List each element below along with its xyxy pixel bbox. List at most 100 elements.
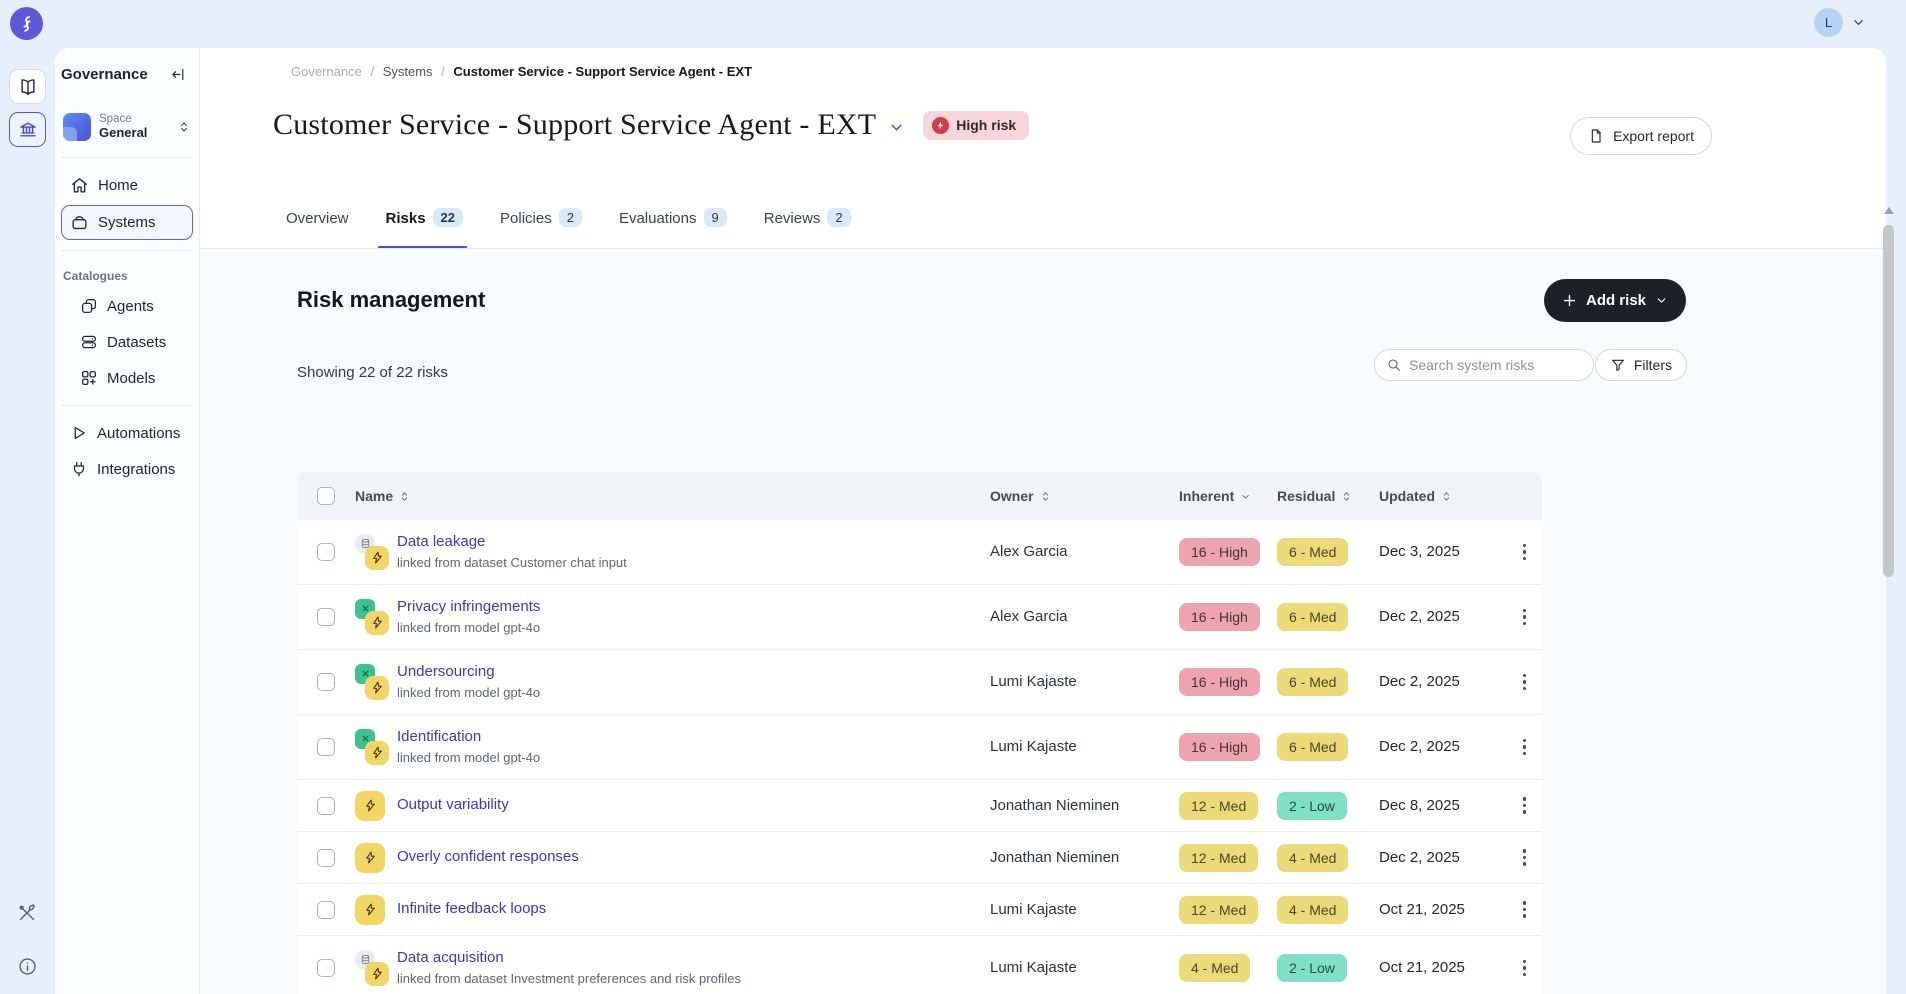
page-title: Customer Service - Support Service Agent… (273, 108, 876, 142)
row-checkbox[interactable] (317, 543, 335, 561)
risk-name-link[interactable]: Undersourcing (397, 662, 540, 682)
add-risk-button[interactable]: Add risk (1544, 279, 1686, 322)
row-actions-menu-button[interactable] (1519, 540, 1531, 565)
row-actions-menu-button[interactable] (1519, 845, 1531, 870)
risk-name-link[interactable]: Identification (397, 727, 540, 747)
residual-risk-badge: 6 - Med (1277, 668, 1348, 696)
risk-linked-source: linked from dataset Investment preferenc… (397, 970, 741, 988)
row-actions-menu-button[interactable] (1519, 605, 1531, 630)
search-input[interactable] (1374, 349, 1594, 381)
scroll-up-button[interactable] (1884, 207, 1894, 214)
library-rail-button[interactable] (9, 69, 46, 104)
owner-name: Jonathan Nieminen (990, 849, 1119, 866)
sidebar-item-label: Home (98, 177, 138, 194)
risk-type-icon (355, 892, 389, 928)
row-actions-menu-button[interactable] (1519, 897, 1531, 922)
admin-tools-button[interactable] (14, 900, 40, 926)
inherent-risk-badge: 12 - Med (1179, 792, 1258, 820)
risk-name-link[interactable]: Infinite feedback loops (397, 899, 546, 919)
risk-name-link[interactable]: Privacy infringements (397, 597, 540, 617)
owner-name: Lumi Kajaste (990, 738, 1077, 755)
owner-name: Alex Garcia (990, 543, 1068, 560)
risk-name-link[interactable]: Data leakage (397, 532, 627, 552)
inherent-risk-badge: 12 - Med (1179, 844, 1258, 872)
row-checkbox[interactable] (317, 797, 335, 815)
title-dropdown-button[interactable] (888, 115, 905, 136)
tab-reviews[interactable]: Reviews 2 (764, 202, 851, 249)
user-avatar[interactable]: L (1814, 8, 1843, 37)
column-header-name[interactable]: Name (355, 488, 990, 504)
updated-date: Dec 2, 2025 (1379, 608, 1460, 625)
sort-icon (398, 490, 411, 503)
residual-risk-badge: 2 - Low (1277, 954, 1347, 982)
tab-policies[interactable]: Policies 2 (500, 202, 582, 249)
updated-date: Dec 2, 2025 (1379, 849, 1460, 866)
row-checkbox[interactable] (317, 673, 335, 691)
column-header-residual[interactable]: Residual (1277, 488, 1379, 504)
scrollbar-thumb[interactable] (1883, 225, 1894, 577)
document-icon (1588, 128, 1604, 144)
top-bar: L (0, 0, 1906, 48)
app-logo[interactable] (10, 7, 43, 40)
risk-name-link[interactable]: Output variability (397, 795, 509, 815)
help-info-button[interactable] (14, 953, 40, 979)
breadcrumb: Governance / Systems / Customer Service … (291, 64, 752, 79)
column-header-owner[interactable]: Owner (990, 488, 1179, 504)
table-row: Undersourcing linked from model gpt-4o L… (297, 650, 1542, 715)
inherent-risk-badge: 12 - Med (1179, 896, 1258, 924)
inherent-risk-badge: 4 - Med (1179, 954, 1250, 982)
export-report-button[interactable]: Export report (1570, 117, 1712, 155)
row-actions-menu-button[interactable] (1519, 956, 1531, 981)
filters-button[interactable]: Filters (1595, 349, 1687, 381)
column-header-updated[interactable]: Updated (1379, 488, 1507, 504)
sidebar-item-models[interactable]: Models (71, 361, 193, 395)
collapse-sidebar-button[interactable] (170, 66, 187, 83)
column-header-inherent[interactable]: Inherent (1179, 488, 1277, 504)
integrations-icon (70, 460, 88, 478)
row-checkbox[interactable] (317, 608, 335, 626)
section-heading: Risk management (297, 287, 485, 313)
account-chevron-down-icon[interactable] (1851, 15, 1866, 30)
row-actions-menu-button[interactable] (1519, 735, 1531, 760)
risk-bolt-icon (355, 895, 385, 925)
sort-desc-icon (1239, 490, 1252, 503)
risk-type-icon (355, 664, 389, 700)
breadcrumb-current: Customer Service - Support Service Agent… (453, 64, 752, 79)
breadcrumb-governance[interactable]: Governance (291, 64, 362, 79)
row-checkbox[interactable] (317, 959, 335, 977)
tab-risks[interactable]: Risks 22 (386, 202, 464, 249)
risk-name-link[interactable]: Data acquisition (397, 948, 741, 968)
search-box (1374, 349, 1594, 381)
row-checkbox[interactable] (317, 901, 335, 919)
sidebar-item-datasets[interactable]: Datasets (71, 325, 193, 359)
sidebar-item-agents[interactable]: Agents (71, 289, 193, 323)
search-icon (1386, 357, 1402, 373)
owner-name: Lumi Kajaste (990, 959, 1077, 976)
row-actions-menu-button[interactable] (1519, 793, 1531, 818)
select-all-checkbox[interactable] (317, 487, 335, 505)
tab-evaluations[interactable]: Evaluations 9 (619, 202, 727, 249)
sidebar-item-automations[interactable]: Automations (61, 416, 193, 450)
owner-name: Alex Garcia (990, 608, 1068, 625)
row-actions-menu-button[interactable] (1519, 670, 1531, 695)
risk-table-body: Data leakage linked from dataset Custome… (297, 520, 1542, 994)
sidebar-item-systems[interactable]: Systems (61, 205, 193, 240)
space-selector[interactable]: Space General (59, 107, 195, 147)
sidebar-item-home[interactable]: Home (61, 168, 193, 203)
breadcrumb-systems[interactable]: Systems (383, 64, 433, 79)
risk-type-icon (355, 599, 389, 635)
info-icon (17, 956, 38, 977)
automations-icon (70, 424, 88, 442)
sidebar-item-label: Integrations (97, 461, 175, 478)
space-icon (63, 113, 91, 141)
governance-rail-button[interactable] (9, 112, 46, 147)
tab-overview[interactable]: Overview (286, 202, 349, 249)
tab-count-badge: 2 (559, 208, 582, 227)
sort-icon (1440, 490, 1453, 503)
row-checkbox[interactable] (317, 738, 335, 756)
row-checkbox[interactable] (317, 849, 335, 867)
sidebar-item-integrations[interactable]: Integrations (61, 452, 193, 486)
risk-name-link[interactable]: Overly confident responses (397, 847, 579, 867)
owner-name: Lumi Kajaste (990, 901, 1077, 918)
owner-name: Lumi Kajaste (990, 673, 1077, 690)
